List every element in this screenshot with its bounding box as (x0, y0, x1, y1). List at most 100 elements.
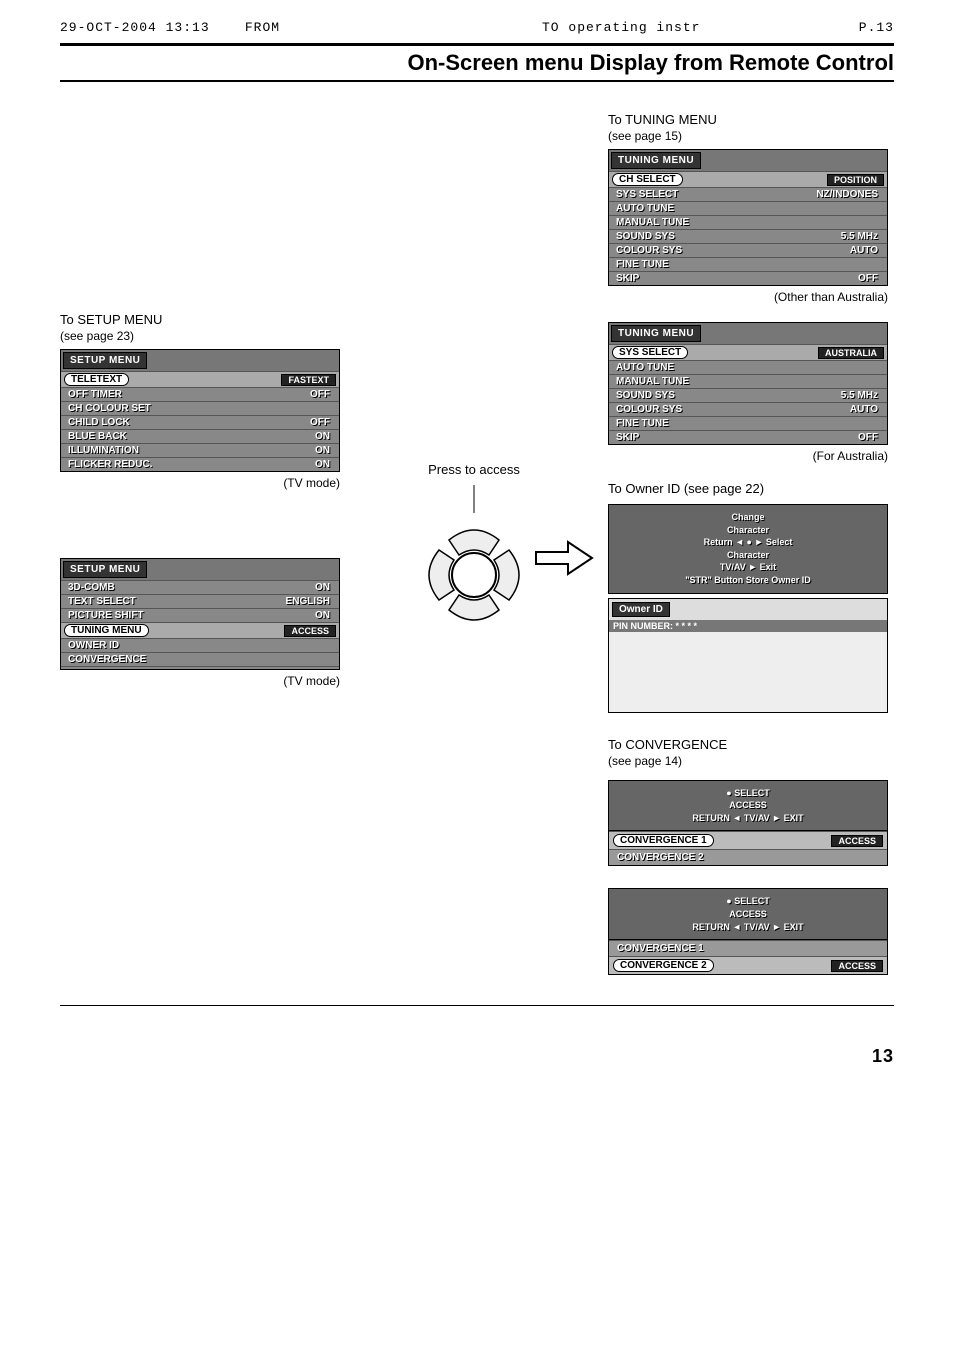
center-column: Press to access (364, 112, 584, 578)
menu-item-label: SYS SELECT (612, 346, 688, 359)
document-page: 29-OCT-2004 13:13 FROM TO operating inst… (0, 0, 954, 1107)
menu-item-label: CONVERGENCE 2 (613, 959, 714, 972)
menu-item-label: AUTO TUNE (612, 203, 678, 214)
menu-item-label: TELETEXT (64, 373, 129, 386)
menu-row: 3D-COMB ON (61, 580, 339, 594)
convergence-block-2: ● SELECT ACCESS RETURN ◄ TV/AV ► EXIT CO… (608, 888, 888, 975)
menu-row: CHILD LOCK OFF (61, 415, 339, 429)
setup-sub: (see page 23) (60, 329, 340, 343)
menu-row: FINE TUNE (609, 257, 887, 271)
menu-row: FINE TUNE (609, 416, 887, 430)
menu-item-label: SYS SELECT (612, 189, 682, 200)
menu-item-label: FINE TUNE (612, 418, 673, 429)
menu-row (61, 666, 339, 669)
menu-row: CH COLOUR SET (61, 401, 339, 415)
menu-row: SOUND SYS 5.5 MHz (609, 388, 887, 402)
menu-item-label: MANUAL TUNE (612, 217, 693, 228)
menu-title: SETUP MENU (63, 352, 147, 369)
menu-item-label: TEXT SELECT (64, 596, 140, 607)
menu-row: PICTURE SHIFT ON (61, 608, 339, 622)
menu-item-value: OFF (310, 417, 336, 428)
menu-item-value: AUSTRALIA (818, 347, 884, 359)
menu-title: SETUP MENU (63, 561, 147, 578)
menu-item-label: CONVERGENCE 1 (613, 834, 714, 847)
menu-item-value: NZ/INDONES (816, 189, 884, 200)
left-column: To SETUP MENU (see page 23) SETUP MENU T… (60, 112, 340, 706)
convergence-sub: (see page 14) (608, 754, 888, 768)
menu-item-label: CH SELECT (612, 173, 683, 186)
tuning-b-caption: (For Australia) (608, 449, 888, 463)
fax-to: TO operating instr (542, 20, 700, 35)
menu-row: AUTO TUNE (609, 201, 887, 215)
menu-row: SYS SELECT NZ/INDONES (609, 187, 887, 201)
menu-row: SOUND SYS 5.5 MHz (609, 229, 887, 243)
menu-item-value: OFF (310, 389, 336, 400)
menu-row: SKIP OFF (609, 271, 887, 285)
fax-date: 29-OCT-2004 13:13 (60, 20, 210, 35)
help-line: RETURN ◄ TV/AV ► EXIT (615, 921, 881, 934)
menu-item-value: POSITION (827, 174, 884, 186)
menu-item-label: CHILD LOCK (64, 417, 134, 428)
owner-help-box: Change Character Return ◄ ● ► Select Cha… (608, 504, 888, 594)
owner-pin-line: PIN NUMBER: * * * * (609, 620, 887, 632)
menu-item-value: AUTO (850, 404, 884, 415)
menu-row: SKIP OFF (609, 430, 887, 444)
menu-item-label: CH COLOUR SET (64, 403, 155, 414)
menu-row: CONVERGENCE (61, 652, 339, 666)
menu-row: OFF TIMER OFF (61, 387, 339, 401)
menu-item-value: ON (315, 445, 336, 456)
tuning-sub: (see page 15) (608, 129, 888, 143)
owner-id-block: Owner ID PIN NUMBER: * * * * (608, 598, 888, 713)
menu-item-label: SOUND SYS (612, 390, 679, 401)
menu-row: CONVERGENCE 2 ACCESS (609, 956, 887, 974)
menu-row: SYS SELECT AUSTRALIA (609, 344, 887, 360)
menu-item-value: 5.5 MHz (841, 231, 884, 242)
menu-item-value: ACCESS (831, 835, 883, 847)
menu-row: AUTO TUNE (609, 360, 887, 374)
menu-item-label: CONVERGENCE 1 (613, 943, 708, 954)
menu-item-value: ACCESS (831, 960, 883, 972)
setup-menu-1: SETUP MENU TELETEXT FASTEXT OFF TIMER OF… (60, 349, 340, 472)
menu-item-value: ON (315, 610, 336, 621)
menu-row: CONVERGENCE 2 (609, 849, 887, 865)
conv-help: ● SELECT ACCESS RETURN ◄ TV/AV ► EXIT (609, 781, 887, 832)
menu-row: ILLUMINATION ON (61, 443, 339, 457)
menu-row: COLOUR SYS AUTO (609, 243, 887, 257)
menu-row: TELETEXT FASTEXT (61, 371, 339, 387)
dpad-icon (394, 485, 554, 645)
help-line: TV/AV ► Exit (615, 561, 881, 574)
menu-item-label: FLICKER REDUC. (64, 459, 156, 470)
menu-row: MANUAL TUNE (609, 374, 887, 388)
owner-heading: To Owner ID (see page 22) (608, 481, 888, 496)
menu-row: OWNER ID (61, 638, 339, 652)
menu-item-label: CONVERGENCE 2 (613, 852, 708, 863)
help-line: ● SELECT (615, 895, 881, 908)
menu-item-value: ON (315, 459, 336, 470)
menu-row: FLICKER REDUC. ON (61, 457, 339, 471)
help-line: ACCESS (615, 799, 881, 812)
menu-item-value: 5.5 MHz (841, 390, 884, 401)
menu-item-label: SKIP (612, 432, 643, 443)
tuning-menu-b: TUNING MENU SYS SELECT AUSTRALIA AUTO TU… (608, 322, 888, 445)
help-line: "STR" Button Store Owner ID (615, 574, 881, 587)
fax-page: P.13 (859, 20, 894, 35)
bottom-rule (60, 1005, 894, 1006)
setup-menu-2: SETUP MENU 3D-COMB ON TEXT SELECT ENGLIS… (60, 558, 340, 670)
fax-header: 29-OCT-2004 13:13 FROM TO operating inst… (60, 20, 894, 35)
tuning-menu-a: TUNING MENU CH SELECT POSITION SYS SELEC… (608, 149, 888, 286)
menu-row: CONVERGENCE 1 ACCESS (609, 831, 887, 849)
menu-item-label: MANUAL TUNE (612, 376, 693, 387)
menu-title: TUNING MENU (611, 325, 701, 342)
menu-row: BLUE BACK ON (61, 429, 339, 443)
tuning-heading: To TUNING MENU (608, 112, 888, 127)
menu-item-label: PICTURE SHIFT (64, 610, 148, 621)
menu-item-label: BLUE BACK (64, 431, 131, 442)
menu-row: CONVERGENCE 1 (609, 940, 887, 956)
help-line: ● SELECT (615, 787, 881, 800)
help-line: Character (615, 524, 881, 537)
menu-item-label: AUTO TUNE (612, 362, 678, 373)
arrow-right (534, 538, 584, 578)
setup-heading: To SETUP MENU (60, 312, 340, 327)
menu-item-label: SOUND SYS (612, 231, 679, 242)
menu-item-label: ILLUMINATION (64, 445, 143, 456)
